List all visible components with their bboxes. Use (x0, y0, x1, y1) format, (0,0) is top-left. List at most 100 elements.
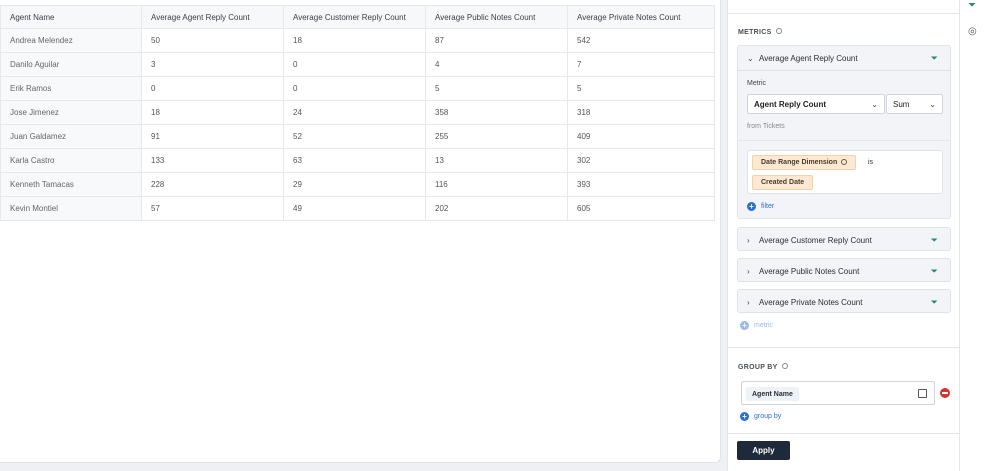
cell-value: 255 (425, 124, 568, 149)
metric-card-avg-customer-reply[interactable]: › Average Customer Reply Count ⏷ (737, 227, 951, 251)
table-row: Danilo Aguilar 3 0 4 7 (0, 52, 715, 77)
chevron-right-icon: › (747, 297, 750, 307)
cell-value: 18 (141, 100, 284, 125)
group-by-value: Agent Name (752, 390, 793, 398)
query-config-panel: METRICS ⌄ Average Agent Reply Count ⏷ Me… (727, 0, 960, 471)
chevron-down-icon: ⌄ (929, 99, 936, 109)
metric-label: Average Private Notes Count (759, 297, 863, 307)
info-icon[interactable] (781, 363, 788, 370)
table-row: Karla Castro 133 63 13 302 (0, 148, 715, 173)
filter-dimension-text: Date Range Dimension (761, 159, 838, 166)
cell-value: 302 (567, 148, 715, 173)
results-table-card: Agent Name Average Agent Reply Count Ave… (0, 0, 721, 463)
add-group-by-text: group by (754, 413, 782, 420)
right-icon-bar: ⏷ ◎ (959, 0, 985, 471)
filter-operator: is (868, 159, 874, 166)
cell-value: 13 (425, 148, 568, 173)
cell-value: 0 (283, 52, 426, 77)
table-row: Kevin Montiel 57 49 202 605 (0, 196, 715, 221)
cell-agent-name: Karla Castro (0, 148, 142, 173)
metric-select-value: Agent Reply Count (754, 99, 826, 109)
column-header-avg-public-notes[interactable]: Average Public Notes Count (425, 5, 568, 29)
cell-value: 228 (141, 172, 284, 197)
cell-agent-name: Jose Jimenez (0, 100, 142, 125)
table-header-row: Agent Name Average Agent Reply Count Ave… (0, 5, 715, 29)
add-metric-link[interactable]: + metric (740, 321, 773, 330)
cell-value: 393 (567, 172, 715, 197)
add-group-by-link[interactable]: + group by (740, 412, 781, 421)
metric-card-avg-public-notes[interactable]: › Average Public Notes Count ⏷ (737, 258, 951, 282)
group-by-chip[interactable]: Agent Name (746, 387, 799, 401)
cell-agent-name: Erik Ramos (0, 76, 142, 101)
funnel-icon[interactable]: ⏷ (968, 0, 976, 11)
metric-card-avg-private-notes[interactable]: › Average Private Notes Count ⏷ (737, 289, 951, 313)
filter-dimension-chip[interactable]: Date Range Dimension (752, 155, 857, 170)
group-by-section-title: GROUP BY (738, 363, 788, 371)
funnel-icon[interactable]: ⏷ (931, 297, 938, 308)
calendar-icon[interactable] (918, 389, 927, 398)
chevron-down-icon: ⌄ (871, 99, 878, 109)
chevron-right-icon: › (747, 266, 750, 276)
metric-header-avg-agent-reply[interactable]: ⌄ Average Agent Reply Count ⏷ (738, 46, 950, 70)
cell-value: 358 (425, 100, 568, 125)
metric-header-avg-customer-reply[interactable]: › Average Customer Reply Count ⏷ (738, 228, 950, 252)
metric-label: Average Customer Reply Count (759, 235, 872, 245)
cell-value: 50 (141, 28, 284, 53)
cell-value: 7 (567, 52, 715, 77)
cell-value: 57 (141, 196, 284, 221)
filter-condition-box: Date Range Dimension is Created Date (747, 150, 943, 194)
table-row: Andrea Melendez 50 18 87 542 (0, 28, 715, 53)
metrics-section-title: METRICS (738, 28, 782, 36)
add-filter-link[interactable]: + filter (747, 202, 774, 211)
cell-value: 87 (425, 28, 568, 53)
metric-select[interactable]: Agent Reply Count ⌄ (747, 94, 885, 114)
metric-card-avg-agent-reply: ⌄ Average Agent Reply Count ⏷ Metric Age… (737, 45, 951, 219)
funnel-icon[interactable]: ⏷ (931, 53, 938, 64)
info-icon (841, 158, 848, 165)
table-row: Jose Jimenez 18 24 358 318 (0, 100, 715, 125)
column-header-avg-private-notes[interactable]: Average Private Notes Count (567, 5, 715, 29)
metric-label: Average Agent Reply Count (759, 53, 858, 63)
apply-button[interactable]: Apply (737, 441, 790, 460)
column-header-avg-customer-reply[interactable]: Average Customer Reply Count (283, 5, 426, 29)
metric-config-body: Metric Agent Reply Count ⌄ Sum ⌄ from Ti… (738, 70, 950, 220)
cell-agent-name: Danilo Aguilar (0, 52, 142, 77)
group-by-field[interactable]: Agent Name (741, 381, 935, 405)
cell-value: 542 (567, 28, 715, 53)
cell-value: 409 (567, 124, 715, 149)
cell-value: 4 (425, 52, 568, 77)
plus-icon: + (747, 202, 756, 211)
funnel-icon[interactable]: ⏷ (931, 235, 938, 246)
cell-value: 0 (141, 76, 284, 101)
cell-value: 5 (567, 76, 715, 101)
cell-value: 605 (567, 196, 715, 221)
cell-value: 24 (283, 100, 426, 125)
cell-agent-name: Juan Galdamez (0, 124, 142, 149)
remove-group-by-icon[interactable] (940, 388, 950, 398)
cell-value: 318 (567, 100, 715, 125)
filter-value-text: Created Date (761, 179, 805, 186)
column-header-agent-name[interactable]: Agent Name (0, 5, 142, 29)
cell-value: 91 (141, 124, 284, 149)
filter-value-chip[interactable]: Created Date (752, 175, 814, 190)
group-by-title-text: GROUP BY (738, 364, 778, 371)
table-row: Erik Ramos 0 0 5 5 (0, 76, 715, 101)
column-header-avg-agent-reply[interactable]: Average Agent Reply Count (141, 5, 284, 29)
metric-header-avg-public-notes[interactable]: › Average Public Notes Count ⏷ (738, 259, 950, 283)
table-row: Kenneth Tamacas 228 29 116 393 (0, 172, 715, 197)
metrics-title-text: METRICS (738, 29, 772, 36)
cell-value: 0 (283, 76, 426, 101)
plus-icon: + (740, 412, 749, 421)
funnel-icon[interactable]: ⏷ (931, 266, 938, 277)
palette-icon[interactable]: ◎ (968, 26, 977, 37)
cell-value: 49 (283, 196, 426, 221)
divider (728, 347, 960, 348)
cell-value: 116 (425, 172, 568, 197)
cell-value: 202 (425, 196, 568, 221)
plus-icon: + (740, 321, 749, 330)
divider (728, 433, 960, 434)
info-icon[interactable] (775, 28, 782, 35)
metric-header-avg-private-notes[interactable]: › Average Private Notes Count ⏷ (738, 290, 950, 314)
aggregation-select[interactable]: Sum ⌄ (886, 94, 943, 114)
chevron-right-icon: › (747, 235, 750, 245)
